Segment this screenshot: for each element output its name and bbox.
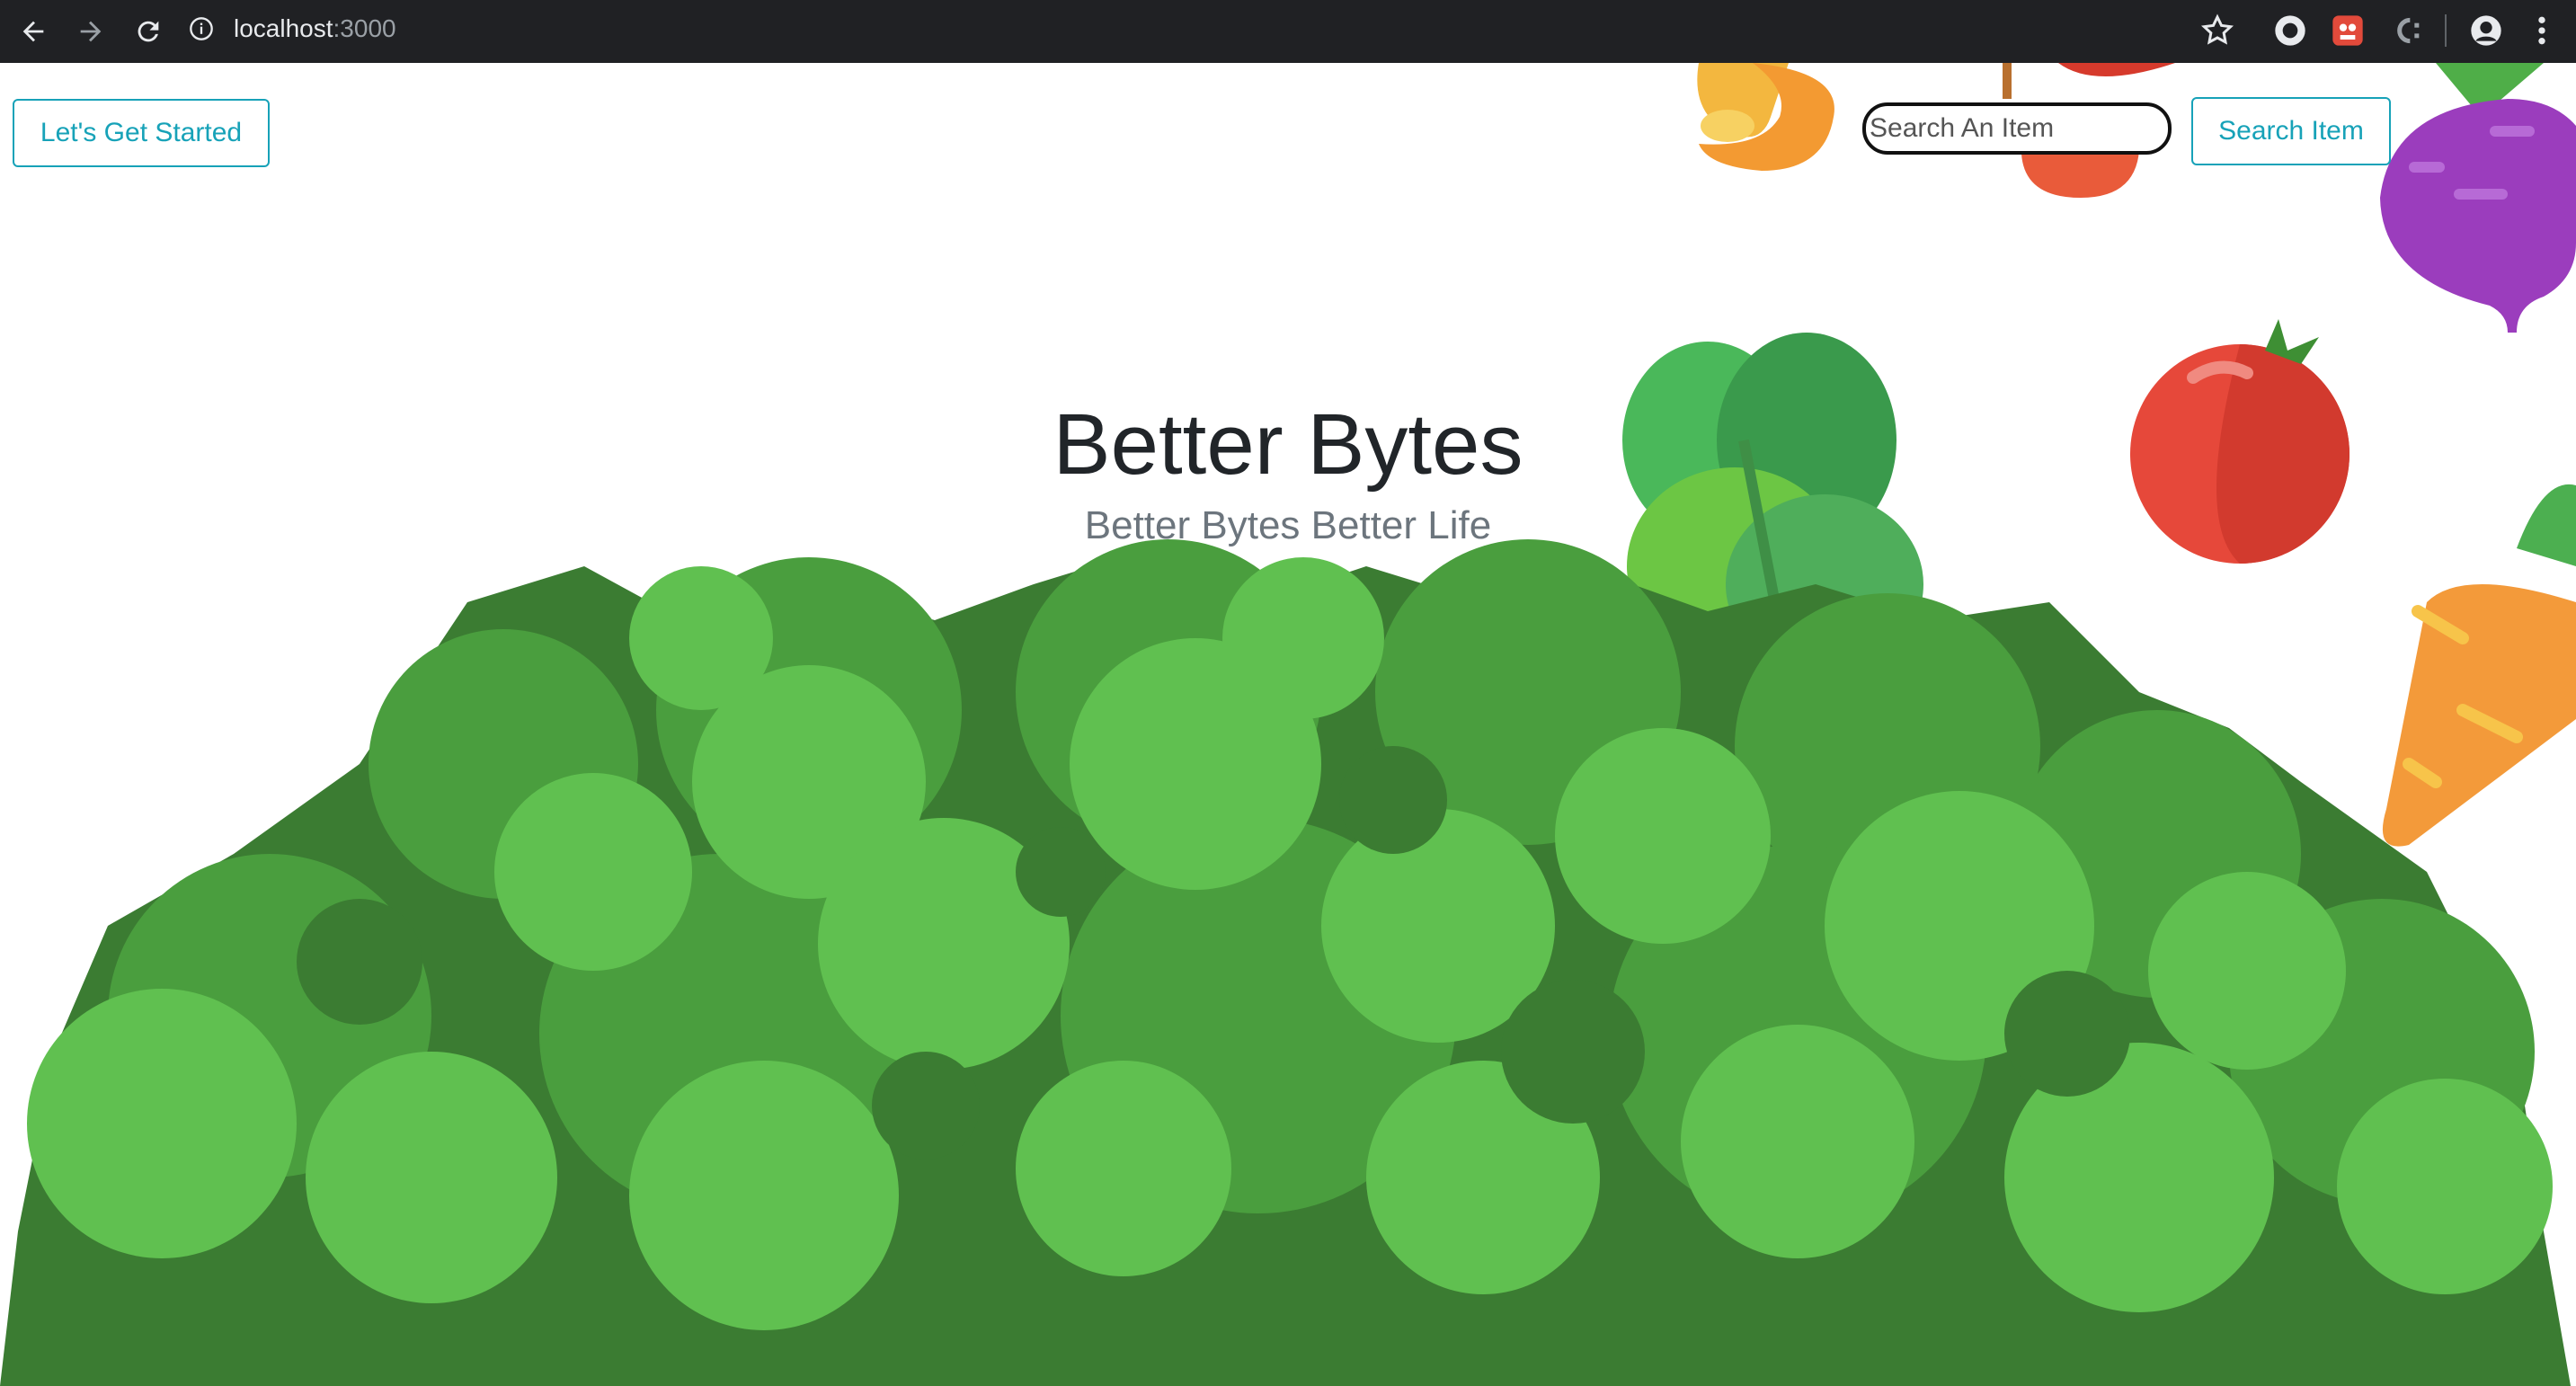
forest-illustration [0,539,2571,1386]
page-content: Let's Get Started Search Item Better Byt… [0,63,2576,1386]
info-icon [190,17,213,40]
back-button[interactable] [13,11,54,52]
url-host: localhost [234,14,333,42]
forward-button[interactable] [70,11,111,52]
profile-avatar-icon[interactable] [2468,13,2504,49]
reload-icon [138,21,159,42]
url-text: localhost:3000 [234,14,396,43]
reload-button[interactable] [128,11,169,52]
url-port: :3000 [333,14,396,42]
address-bar[interactable]: localhost:3000 [189,5,2256,52]
toolbar-divider [2445,14,2447,47]
bookmark-star-icon[interactable] [2199,13,2235,49]
forward-arrow-icon [80,21,102,42]
more-menu-icon[interactable] [2524,13,2560,49]
extension-icon[interactable] [2330,13,2366,49]
back-arrow-icon [22,21,44,42]
browser-toolbar: localhost:3000 [0,0,2576,63]
extension-icon[interactable] [2272,13,2308,49]
extension-icon[interactable] [2389,13,2425,49]
